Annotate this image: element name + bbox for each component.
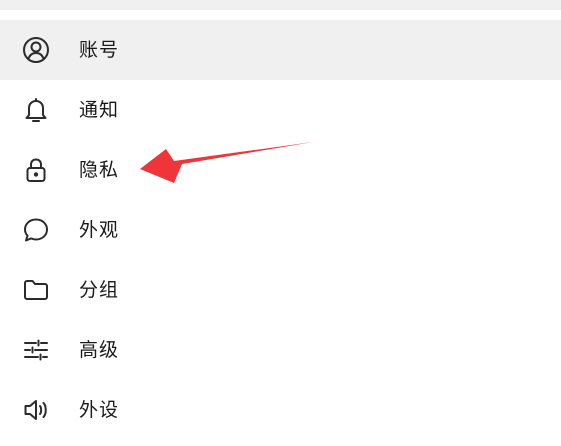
menu-item-label: 通知 xyxy=(79,99,120,121)
user-circle-icon xyxy=(22,36,50,64)
folder-icon xyxy=(22,276,50,304)
menu-item-account[interactable]: 账号 xyxy=(0,20,561,80)
menu-item-advanced[interactable]: 高级 xyxy=(0,320,561,380)
menu-item-label: 账号 xyxy=(79,39,120,61)
menu-item-peripherals[interactable]: 外设 xyxy=(0,380,561,440)
menu-item-label: 外观 xyxy=(79,219,120,241)
lock-icon xyxy=(22,156,50,184)
menu-item-privacy[interactable]: 隐私 xyxy=(0,140,561,200)
menu-item-label: 分组 xyxy=(79,279,120,301)
bell-icon xyxy=(22,96,50,124)
top-spacer xyxy=(0,10,561,20)
sliders-icon xyxy=(22,336,50,364)
settings-panel: 账号 通知 隐私 外观 分组 高级 外设 xyxy=(0,0,561,446)
settings-menu: 账号 通知 隐私 外观 分组 高级 外设 xyxy=(0,20,561,440)
menu-item-notifications[interactable]: 通知 xyxy=(0,80,561,140)
menu-item-label: 高级 xyxy=(79,339,120,361)
chat-bubble-icon xyxy=(22,216,50,244)
menu-item-label: 外设 xyxy=(79,399,120,421)
menu-item-appearance[interactable]: 外观 xyxy=(0,200,561,260)
top-bar xyxy=(0,0,561,10)
menu-item-groups[interactable]: 分组 xyxy=(0,260,561,320)
speaker-icon xyxy=(22,396,50,424)
menu-item-label: 隐私 xyxy=(79,159,120,181)
